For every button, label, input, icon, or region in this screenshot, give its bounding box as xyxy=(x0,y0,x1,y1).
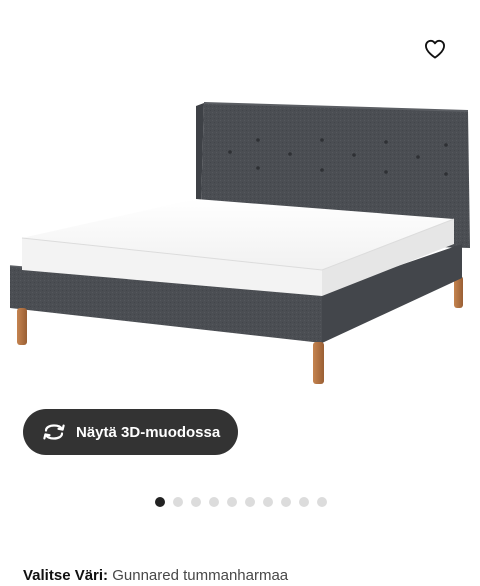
carousel-dot[interactable] xyxy=(191,497,201,507)
bed-product-image xyxy=(9,102,470,384)
rotate-3d-icon xyxy=(41,421,67,443)
carousel-dot[interactable] xyxy=(227,497,237,507)
view-in-3d-label: Näytä 3D-muodossa xyxy=(76,423,221,441)
variant-selector[interactable]: Valitse Väri: Gunnared tummanharmaa xyxy=(23,566,288,586)
carousel-dot[interactable] xyxy=(317,497,327,507)
image-carousel-dots xyxy=(155,497,327,507)
product-image-area[interactable] xyxy=(0,0,480,412)
carousel-dot[interactable] xyxy=(173,497,183,507)
carousel-dot[interactable] xyxy=(281,497,291,507)
carousel-dot[interactable] xyxy=(299,497,309,507)
view-in-3d-button[interactable]: Näytä 3D-muodossa xyxy=(23,409,238,455)
variant-value: Gunnared tummanharmaa xyxy=(112,567,289,584)
carousel-dot[interactable] xyxy=(245,497,255,507)
carousel-dot[interactable] xyxy=(209,497,219,507)
favourite-button[interactable] xyxy=(420,34,450,64)
variant-label: Valitse Väri: xyxy=(23,567,113,584)
carousel-dot[interactable] xyxy=(155,497,165,507)
carousel-dot[interactable] xyxy=(263,497,273,507)
heart-outline-icon xyxy=(424,39,445,59)
